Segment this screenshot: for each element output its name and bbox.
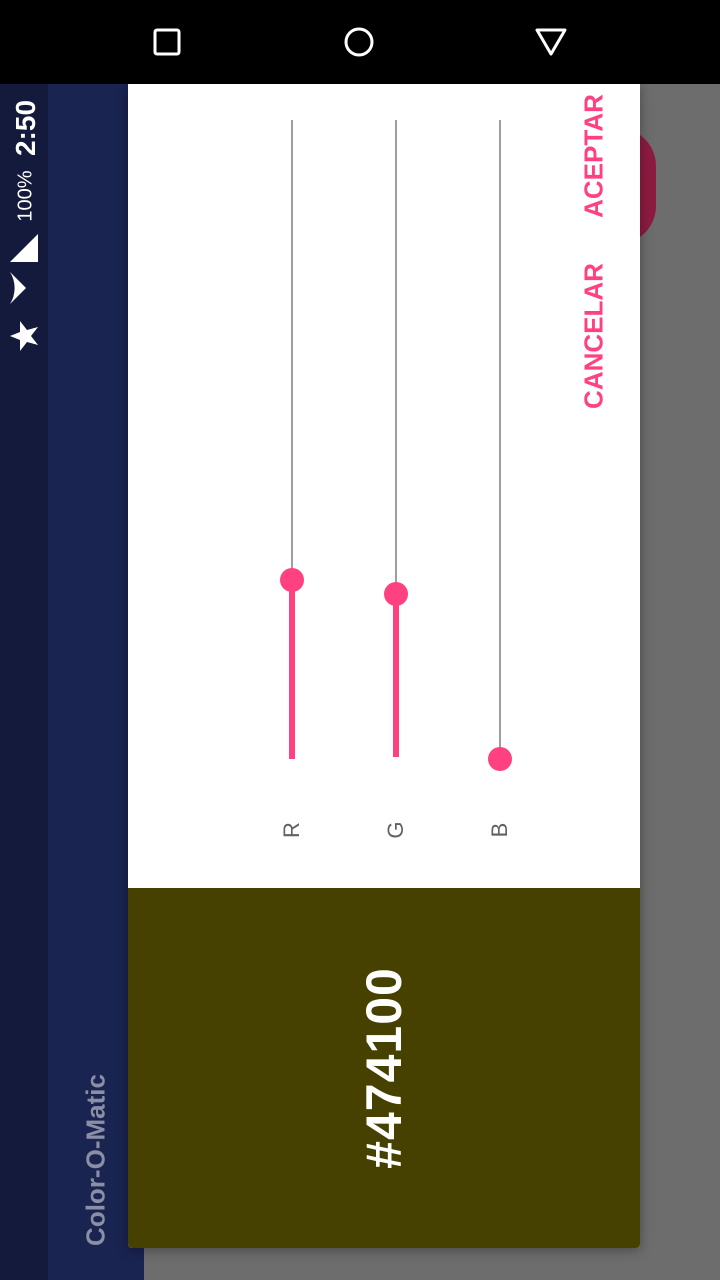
accept-button[interactable]: ACEPTAR — [579, 94, 610, 218]
home-circle-icon[interactable] — [339, 22, 379, 62]
slider-g-track[interactable] — [395, 120, 397, 594]
slider-g-thumb[interactable] — [384, 582, 408, 606]
battery-level: 100% — [14, 170, 37, 222]
slider-b-thumb[interactable] — [488, 747, 512, 771]
slider-r-thumb[interactable] — [280, 568, 304, 592]
star-icon — [8, 320, 40, 352]
back-triangle-icon[interactable] — [531, 22, 571, 62]
signal-icon — [8, 232, 40, 264]
slider-g-label: G — [383, 821, 408, 839]
wifi-icon — [8, 272, 40, 304]
hex-color-label: #474100 — [356, 967, 412, 1169]
slider-b-label: B — [487, 822, 512, 838]
navigation-bar — [0, 0, 720, 84]
recents-square-icon[interactable] — [147, 22, 187, 62]
slider-r-label: R — [279, 822, 304, 838]
color-picker-dialog: R G B CANCELAR ACEPTAR #474100 — [128, 84, 640, 1248]
slider-r-fill — [289, 580, 295, 759]
slider-g-fill — [393, 594, 399, 757]
slider-b-track[interactable] — [499, 120, 501, 758]
status-time: 2:50 — [10, 99, 41, 157]
cancel-button[interactable]: CANCELAR — [579, 263, 610, 409]
slider-r-track[interactable] — [291, 120, 293, 580]
app-title: Color-O-Matic — [80, 1074, 111, 1246]
